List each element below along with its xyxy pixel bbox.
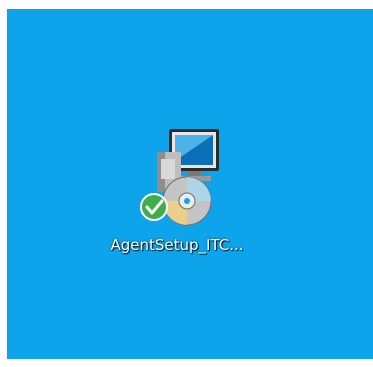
installer-package-icon: [140, 129, 219, 226]
desktop-icon-agentsetup[interactable]: AgentSetup_ITC...: [77, 119, 277, 269]
desktop: AgentSetup_ITC...: [7, 9, 373, 359]
desktop-icon-label: AgentSetup_ITC...: [110, 236, 244, 254]
